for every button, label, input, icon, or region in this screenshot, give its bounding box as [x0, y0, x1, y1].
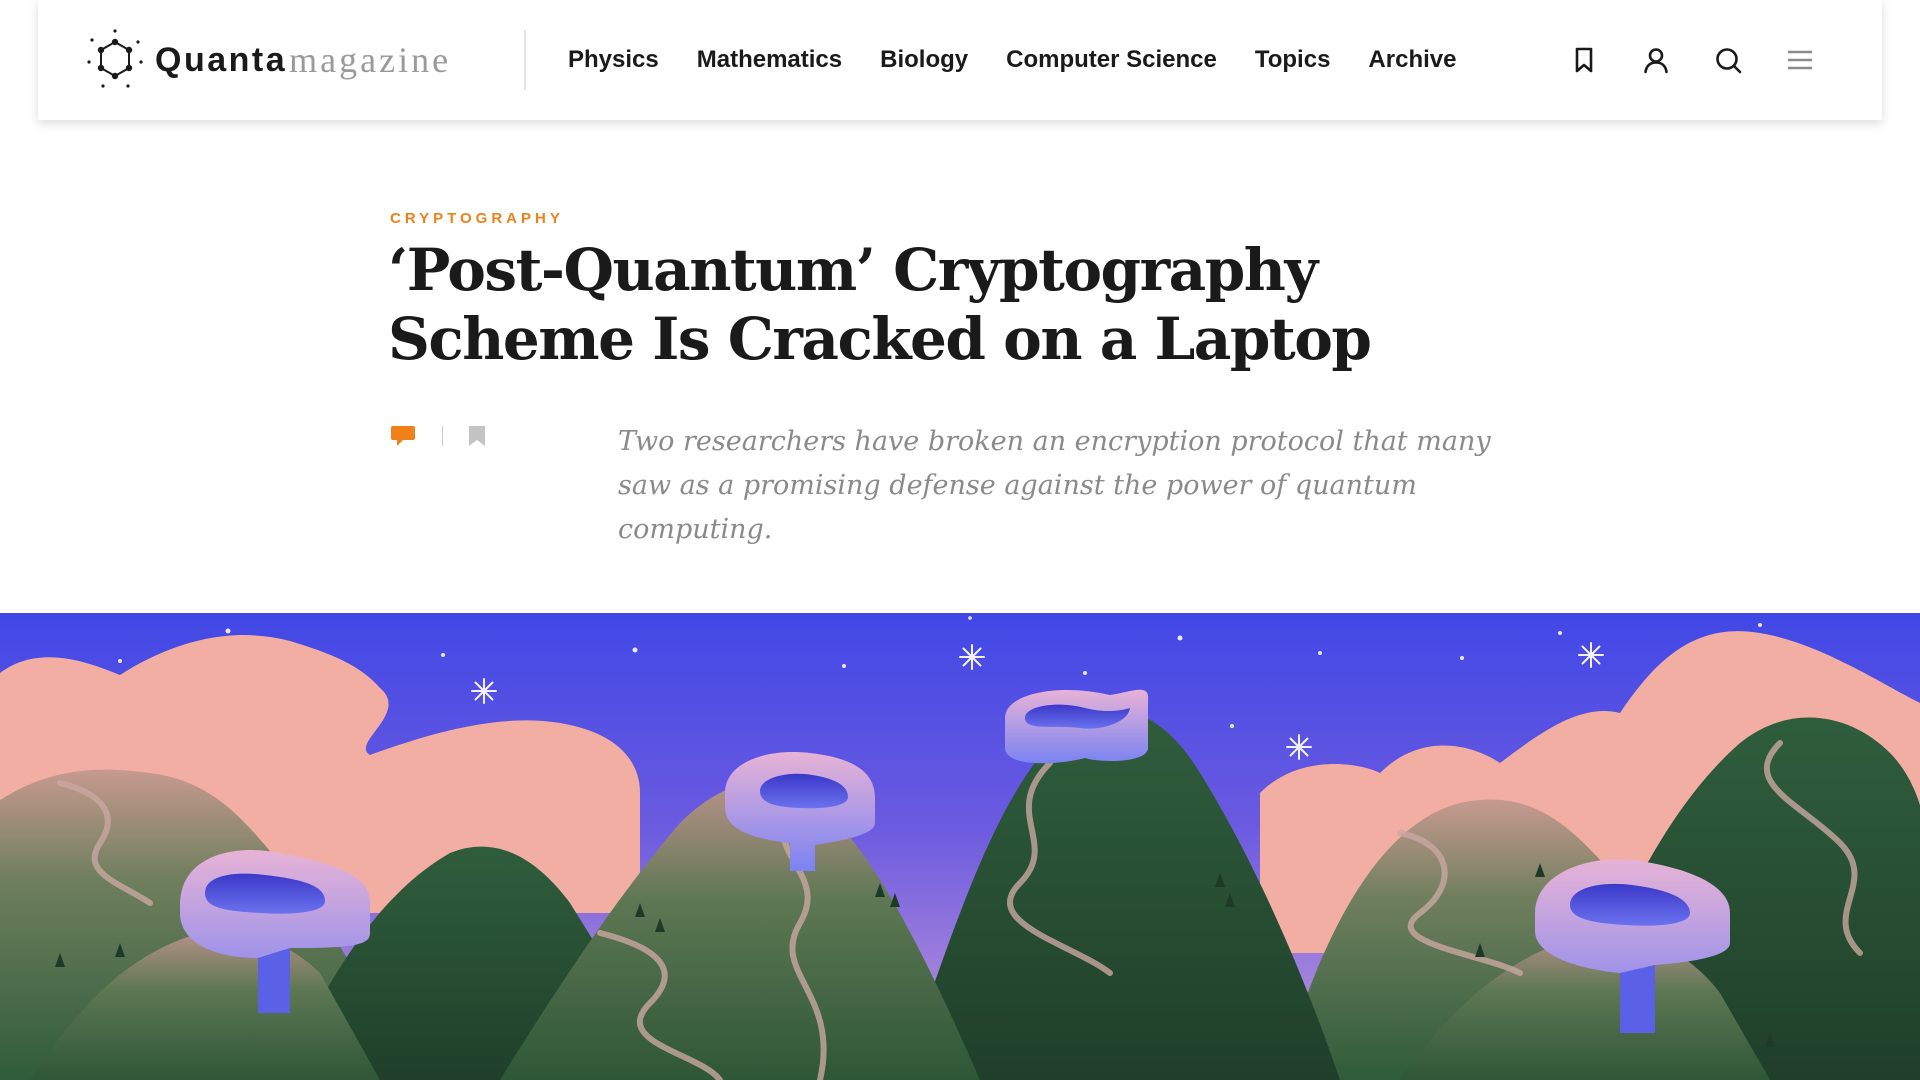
article-actions: [390, 425, 487, 447]
nav-item-biology[interactable]: Biology: [880, 46, 968, 74]
logo-constellation-icon: [87, 29, 143, 88]
header-actions: [1570, 0, 1814, 120]
bookmark-icon[interactable]: [1570, 46, 1598, 74]
hero-illustration: [0, 613, 1920, 1080]
nav-item-archive[interactable]: Archive: [1368, 46, 1456, 74]
nav-item-topics[interactable]: Topics: [1255, 46, 1331, 74]
menu-icon[interactable]: [1786, 46, 1814, 74]
search-icon[interactable]: [1714, 46, 1742, 74]
user-icon[interactable]: [1642, 46, 1670, 74]
article-title: ‘Post-Quantum’ Cryptography Scheme Is Cr…: [388, 236, 1372, 373]
mountains-question-marks-illustration: [0, 613, 1920, 1080]
bookmark-icon[interactable]: [467, 425, 487, 447]
header-divider: [524, 30, 526, 90]
logo-wordmark-magazine: magazine: [289, 40, 452, 80]
meta-divider: [442, 426, 443, 446]
logo-wordmark-quanta: Quanta: [155, 40, 288, 79]
article-dek: Two researchers have broken an encryptio…: [618, 426, 1491, 545]
main-nav: Physics Mathematics Biology Computer Sci…: [568, 0, 1456, 120]
question-mark-top: [1005, 689, 1149, 764]
quanta-logo[interactable]: Quanta magazine: [83, 28, 451, 92]
article-category[interactable]: CRYPTOGRAPHY: [390, 210, 564, 227]
site-header: Quanta magazine Physics Mathematics Biol…: [38, 0, 1882, 120]
comment-icon[interactable]: [390, 425, 416, 447]
nav-item-computer-science[interactable]: Computer Science: [1006, 46, 1217, 74]
nav-item-mathematics[interactable]: Mathematics: [697, 46, 842, 74]
nav-item-physics[interactable]: Physics: [568, 46, 659, 74]
